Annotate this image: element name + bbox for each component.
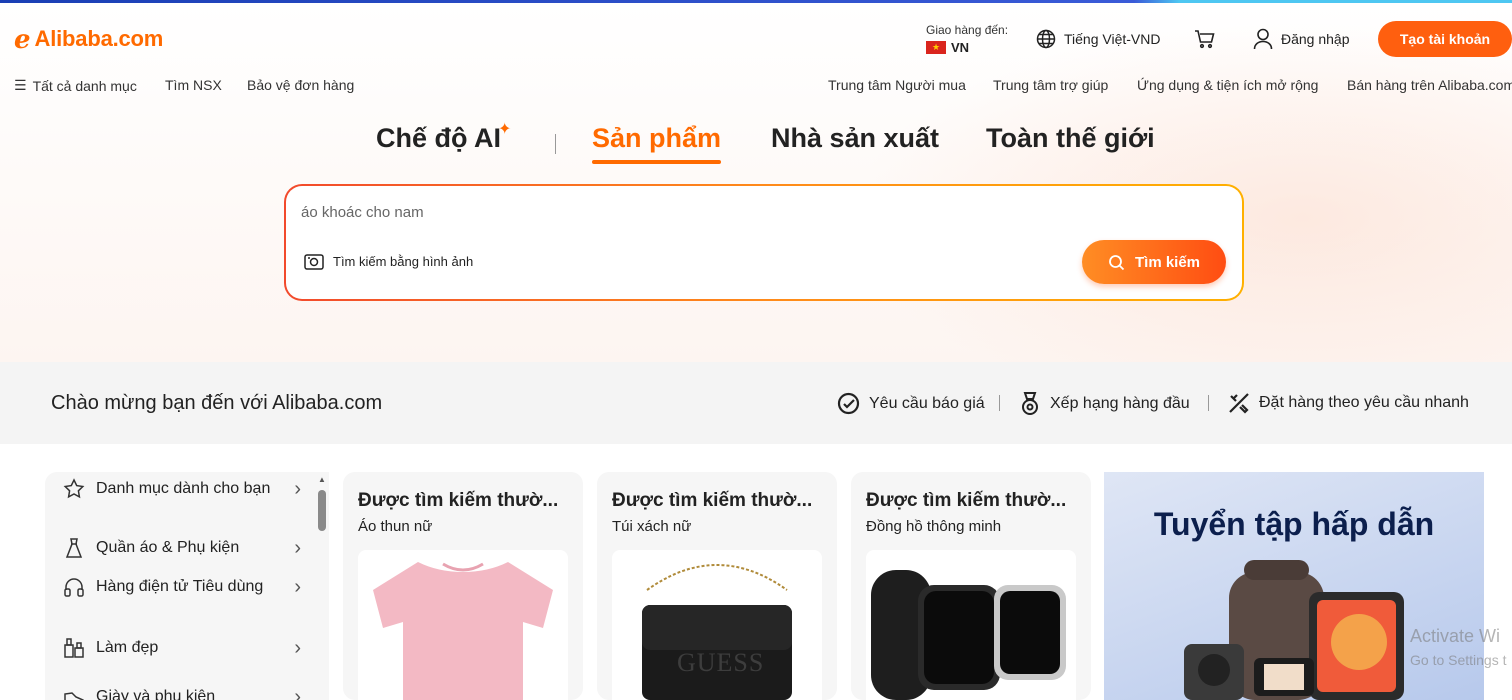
- chevron-right-icon: ›: [294, 637, 301, 659]
- fast-customization-link[interactable]: Đặt hàng theo yêu cầu nhanh: [1228, 392, 1469, 414]
- card-subtitle: Đồng hồ thông minh: [866, 518, 1002, 535]
- smartwatch-image[interactable]: [866, 550, 1076, 700]
- category-label: Quần áo & Phụ kiện: [96, 539, 240, 556]
- search-icon: [1109, 254, 1125, 270]
- nav-apps-extensions[interactable]: Ứng dụng & tiện ích mở rộng: [1137, 77, 1318, 93]
- tab-products[interactable]: Sản phẩm: [592, 123, 722, 164]
- globe-icon: [1036, 29, 1056, 49]
- image-search-label: Tìm kiếm bằng hình ảnh: [333, 253, 474, 269]
- chevron-right-icon: ›: [294, 478, 301, 500]
- tab-divider: [555, 134, 556, 154]
- card-title: Được tìm kiếm thườ...: [866, 490, 1067, 511]
- deliver-to-label: Giao hàng đến:: [926, 23, 1009, 37]
- scroll-up-arrow-icon[interactable]: ▲: [318, 475, 326, 484]
- category-label: Giày và phụ kiện: [96, 688, 216, 700]
- search-input[interactable]: [301, 204, 1061, 221]
- nav-help-center[interactable]: Trung tâm trợ giúp: [993, 77, 1108, 93]
- category-item-shoes[interactable]: Giày và phụ kiện ›: [61, 684, 301, 700]
- dress-icon: [61, 535, 87, 561]
- category-label: Làm đẹp: [96, 639, 159, 656]
- target-icon: [837, 392, 860, 415]
- search-box-inner: Tìm kiếm bằng hình ảnh Tìm kiếm: [286, 186, 1242, 299]
- hero-background: [0, 3, 1512, 362]
- bag-brand-text: GUESS: [677, 648, 765, 677]
- card-title: Được tìm kiếm thườ...: [612, 490, 813, 511]
- nav-order-protection[interactable]: Bảo vệ đơn hàng: [247, 77, 354, 93]
- fast-customization-label: Đặt hàng theo yêu cầu nhanh: [1259, 394, 1469, 411]
- card-title: Được tìm kiếm thườ...: [358, 490, 559, 511]
- logo-mark-icon: ℯ: [14, 24, 31, 54]
- handbag-image[interactable]: GUESS: [612, 550, 822, 700]
- scrollbar-thumb[interactable]: [318, 490, 326, 531]
- category-item-electronics[interactable]: Hàng điện tử Tiêu dùng ›: [61, 574, 301, 600]
- logo-text: Alibaba.com: [34, 26, 164, 51]
- sign-in-button[interactable]: Đăng nhập: [1253, 28, 1350, 50]
- category-label: Danh mục dành cho bạn: [96, 480, 271, 497]
- top-ranking-link[interactable]: Xếp hạng hàng đầu: [1019, 392, 1190, 416]
- cart-icon: [1195, 30, 1215, 49]
- menu-icon: ☰: [14, 77, 27, 93]
- create-account-button[interactable]: Tạo tài khoản: [1378, 21, 1512, 57]
- all-categories-menu[interactable]: ☰ Tất cả danh mục: [14, 77, 137, 94]
- star-icon: [61, 476, 87, 502]
- quick-action-divider: [999, 395, 1000, 411]
- nav-buyer-center[interactable]: Trung tâm Người mua: [828, 77, 966, 93]
- search-button-label: Tìm kiếm: [1134, 253, 1201, 271]
- sparkle-icon: ✦: [498, 121, 512, 138]
- card-subtitle: Áo thun nữ: [358, 518, 433, 535]
- windows-activation-watermark: Activate Wi: [1410, 626, 1501, 646]
- category-item-apparel[interactable]: Quần áo & Phụ kiện ›: [61, 535, 301, 561]
- tshirt-image[interactable]: [358, 550, 568, 700]
- all-categories-label: Tất cả danh mục: [32, 77, 137, 94]
- category-item-beauty[interactable]: Làm đẹp ›: [61, 635, 301, 661]
- request-quotation-link[interactable]: Yêu cầu báo giá: [837, 392, 985, 415]
- card-subtitle: Túi xách nữ: [612, 518, 692, 535]
- language-selector[interactable]: Tiếng Việt-VND: [1036, 29, 1160, 49]
- chevron-right-icon: ›: [294, 537, 301, 559]
- language-label: Tiếng Việt-VND: [1064, 31, 1161, 47]
- request-quotation-label: Yêu cầu báo giá: [869, 394, 985, 412]
- top-ranking-label: Xếp hạng hàng đầu: [1050, 395, 1190, 412]
- sign-in-label: Đăng nhập: [1281, 31, 1350, 47]
- cart-button[interactable]: [1194, 29, 1216, 49]
- trending-card-smartwatch[interactable]: Được tìm kiếm thườ... Đồng hồ thông minh: [851, 472, 1091, 700]
- welcome-title: Chào mừng bạn đến với Alibaba.com: [51, 392, 383, 414]
- alibaba-logo[interactable]: ℯ Alibaba.com: [14, 26, 163, 52]
- chevron-right-icon: ›: [294, 576, 301, 598]
- chevron-right-icon: ›: [294, 686, 301, 700]
- welcome-bar: Chào mừng bạn đến với Alibaba.com Yêu cầ…: [0, 362, 1512, 444]
- vietnam-flag-icon: [926, 41, 946, 54]
- deliver-country: VN: [951, 40, 970, 55]
- search-button[interactable]: Tìm kiếm: [1082, 240, 1226, 284]
- nav-find-suppliers[interactable]: Tìm NSX: [165, 77, 222, 93]
- medal-icon: [1022, 392, 1038, 415]
- quick-action-divider: [1208, 395, 1209, 411]
- tab-ai-mode[interactable]: Chế độ AI: [376, 123, 501, 154]
- deliver-to-selector[interactable]: Giao hàng đến: VN: [926, 23, 1008, 55]
- camera-icon: [304, 254, 324, 270]
- tab-worldwide[interactable]: Toàn thế giới: [986, 123, 1155, 154]
- tools-icon: [1229, 393, 1249, 414]
- nav-sell-on-alibaba[interactable]: Bán hàng trên Alibaba.com: [1347, 77, 1512, 93]
- category-item-for-you[interactable]: Danh mục dành cho bạn ›: [61, 476, 301, 502]
- trending-card-handbag[interactable]: Được tìm kiếm thườ... Túi xách nữ GUESS: [597, 472, 837, 700]
- windows-activation-watermark-sub: Go to Settings t: [1410, 652, 1507, 668]
- category-sidebar: Danh mục dành cho bạn › Quần áo & Phụ ki…: [45, 472, 317, 700]
- image-search-button[interactable]: Tìm kiếm bằng hình ảnh: [304, 252, 473, 270]
- user-icon: [1253, 28, 1273, 50]
- shoe-icon: [61, 684, 87, 700]
- trending-card-tshirt[interactable]: Được tìm kiếm thườ... Áo thun nữ: [343, 472, 583, 700]
- search-box: Tìm kiếm bằng hình ảnh Tìm kiếm: [284, 184, 1244, 301]
- cosmetics-icon: [61, 635, 87, 661]
- tab-manufacturers[interactable]: Nhà sản xuất: [771, 123, 939, 154]
- headphones-icon: [61, 574, 87, 600]
- category-label: Hàng điện tử Tiêu dùng: [96, 578, 264, 595]
